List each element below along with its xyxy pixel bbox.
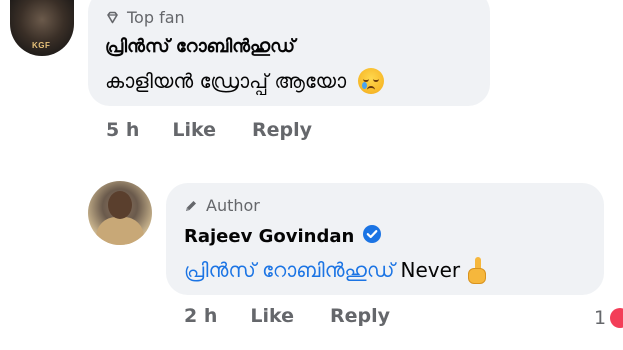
sad-tear-emoji [358, 68, 385, 94]
badge-label: Author [206, 196, 260, 215]
reaction-count-number: 1 [594, 307, 607, 329]
mention-link[interactable]: പ്രിൻസ് റോബിൻഹുഡ് [184, 258, 394, 282]
reply-text: പ്രിൻസ് റോബിൻഹുഡ് Never [184, 257, 487, 284]
index-finger-up-emoji [466, 257, 487, 284]
comment-timestamp[interactable]: 5 h [106, 119, 139, 141]
comment-author-name[interactable]: പ്രിൻസ് റോബിൻഹുഡ് [105, 36, 295, 57]
top-fan-badge: Top fan [106, 8, 185, 27]
comment-text: കാളിയൻ ഡ്രോപ്പ് ആയോ [105, 68, 385, 94]
verified-badge-icon [362, 224, 382, 249]
comment-bubble: Top fan പ്രിൻസ് റോബിൻഹുഡ് കാളിയൻ ഡ്രോപ്പ… [88, 0, 490, 106]
author-badge: Author [184, 196, 260, 215]
reply-author-name[interactable]: Rajeev Govindan [184, 224, 382, 249]
diamond-icon [106, 11, 119, 24]
reaction-count[interactable]: 1 [594, 307, 623, 329]
avatar-text: KGF [32, 41, 51, 50]
like-button[interactable]: Like [250, 305, 294, 327]
avatar-shirt [96, 217, 144, 245]
comment-body: കാളിയൻ ഡ്രോപ്പ് ആയോ [105, 69, 347, 93]
author-name-text: Rajeev Govindan [184, 226, 355, 247]
reply-bubble: Author Rajeev Govindan പ്രിൻസ് റോബിൻഹുഡ്… [166, 183, 604, 295]
reply-button[interactable]: Reply [252, 119, 312, 141]
reply-body: Never [400, 258, 461, 282]
commenter-avatar[interactable]: KGF [10, 0, 74, 56]
like-button[interactable]: Like [172, 119, 216, 141]
comment-actions: 5 h Like Reply [106, 119, 312, 141]
reply-button[interactable]: Reply [330, 305, 390, 327]
reply-actions: 2 h Like Reply [184, 305, 390, 327]
author-avatar[interactable] [88, 181, 152, 245]
badge-label: Top fan [127, 8, 185, 27]
avatar-face [108, 191, 132, 219]
love-reaction-icon [610, 308, 623, 328]
pencil-icon [184, 199, 198, 213]
reply-timestamp[interactable]: 2 h [184, 305, 217, 327]
